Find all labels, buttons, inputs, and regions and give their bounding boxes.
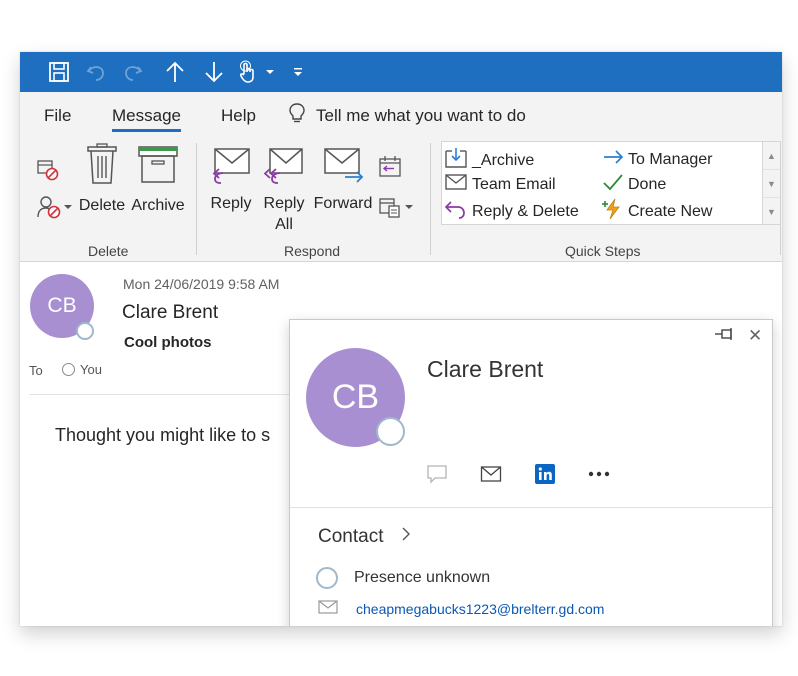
card-divider	[290, 507, 772, 508]
archive-folder-icon	[444, 147, 468, 174]
sender-presence-indicator	[76, 322, 94, 340]
quick-steps-scroll[interactable]: ▲ ▼ ▼	[763, 141, 781, 225]
email-icon	[318, 599, 338, 618]
archive-button[interactable]: Archive	[128, 143, 188, 216]
reply-label: Reply	[210, 195, 252, 212]
respond-group-label: Respond	[284, 243, 341, 259]
more-respond-icon[interactable]	[378, 195, 413, 219]
customize-qat-icon[interactable]	[288, 58, 308, 86]
arrow-right-icon	[602, 147, 624, 172]
group-separator	[196, 143, 197, 255]
contact-section-label: Contact	[318, 526, 384, 547]
group-separator	[430, 143, 431, 255]
contact-name: Clare Brent	[427, 356, 544, 382]
pin-icon[interactable]	[714, 326, 736, 346]
tab-message[interactable]: Message	[112, 106, 181, 132]
group-separator	[780, 143, 781, 255]
scroll-down-icon[interactable]: ▼	[763, 170, 780, 198]
linkedin-icon[interactable]	[533, 464, 557, 484]
ignore-icon[interactable]	[36, 159, 60, 186]
quickstep-archive[interactable]: _Archive	[444, 147, 534, 174]
quickstep-done[interactable]: Done	[602, 172, 666, 197]
chat-icon[interactable]	[425, 464, 449, 484]
quickstep-done-label: Done	[628, 175, 667, 193]
quick-steps-group-label: Quick Steps	[565, 243, 641, 259]
next-item-icon[interactable]	[200, 58, 228, 86]
touch-dropdown-icon[interactable]	[261, 58, 279, 86]
delete-label: Delete	[78, 197, 126, 214]
outlook-message-window: File Message Help Tell me what you want …	[20, 52, 782, 626]
tell-me-search[interactable]: Tell me what you want to do	[288, 102, 526, 129]
contact-card: ✕ CB Clare Brent Contact Presence unknow…	[289, 319, 773, 626]
email-row: cheapmegabucks1223@brelterr.gd.com	[318, 599, 604, 618]
message-subject: Cool photos	[124, 334, 212, 351]
meeting-reply-icon[interactable]	[378, 155, 402, 184]
message-sender[interactable]: Clare Brent	[122, 302, 218, 324]
lightbulb-icon	[288, 102, 306, 129]
reply-button[interactable]: Reply	[207, 145, 255, 214]
delete-group-label: Delete	[88, 243, 129, 259]
forward-button[interactable]: Forward	[312, 145, 374, 214]
forward-icon	[321, 145, 365, 191]
redo-icon[interactable]	[119, 58, 147, 86]
quick-access-toolbar	[20, 52, 782, 92]
archive-label: Archive	[131, 197, 185, 214]
contact-section-header[interactable]: Contact	[318, 526, 411, 548]
quickstep-team-email[interactable]: Team Email	[444, 172, 556, 197]
reply-arrow-icon	[444, 198, 468, 225]
ribbon-tabs: File Message Help Tell me what you want …	[20, 92, 782, 137]
tab-file[interactable]: File	[44, 106, 71, 126]
quickstep-archive-label: _Archive	[472, 151, 535, 169]
gallery-expand-icon[interactable]: ▼	[763, 198, 780, 226]
reply-all-button[interactable]: Reply All	[258, 145, 310, 235]
chevron-right-icon	[401, 526, 411, 548]
more-icon[interactable]	[587, 464, 611, 484]
message-date: Mon 24/06/2019 9:58 AM	[123, 276, 280, 292]
previous-item-icon[interactable]	[161, 58, 189, 86]
tab-help[interactable]: Help	[221, 106, 256, 126]
trash-icon	[85, 143, 119, 191]
delete-button[interactable]: Delete	[77, 143, 127, 216]
tell-me-label: Tell me what you want to do	[316, 105, 526, 125]
checkmark-icon	[602, 172, 624, 197]
envelope-icon	[444, 172, 468, 197]
recipient-you[interactable]: You	[62, 362, 102, 377]
presence-text: Presence unknown	[354, 569, 491, 586]
contact-email-link[interactable]: cheapmegabucks1223@brelterr.gd.com	[356, 601, 604, 617]
quickstep-to-manager-label: To Manager	[628, 150, 713, 168]
reply-all-label-line2: All	[275, 216, 293, 233]
quickstep-create-new[interactable]: Create New	[602, 198, 712, 225]
message-body: Thought you might like to s	[55, 425, 271, 445]
quickstep-create-new-label: Create New	[628, 202, 713, 220]
archive-box-icon	[137, 143, 179, 191]
to-label: To	[29, 363, 43, 378]
quickstep-team-email-label: Team Email	[472, 175, 556, 193]
quickstep-reply-delete[interactable]: Reply & Delete	[444, 198, 579, 225]
forward-label: Forward	[313, 195, 373, 212]
save-icon[interactable]	[45, 58, 73, 86]
quickstep-reply-delete-label: Reply & Delete	[472, 202, 579, 220]
contact-initials: CB	[331, 378, 380, 416]
lightning-icon	[602, 198, 624, 225]
presence-row: Presence unknown	[316, 567, 490, 589]
quickstep-to-manager[interactable]: To Manager	[602, 147, 713, 172]
contact-actions	[425, 464, 611, 484]
quick-steps-gallery: _Archive To Manager Team Email Done Repl…	[441, 141, 763, 225]
mail-icon[interactable]	[479, 464, 503, 484]
ribbon: Delete Archive Delete Reply Reply All Fo…	[20, 137, 782, 262]
block-sender-icon[interactable]	[36, 195, 72, 219]
recipient-presence-indicator	[62, 363, 75, 376]
close-icon[interactable]: ✕	[748, 326, 762, 346]
reply-icon	[209, 145, 253, 191]
contact-presence-indicator	[376, 417, 405, 446]
recipient-name: You	[80, 362, 102, 377]
header-divider	[29, 394, 299, 395]
touch-mode-icon[interactable]	[234, 58, 262, 86]
reply-all-icon	[262, 145, 306, 191]
sender-initials: CB	[47, 294, 77, 317]
reply-all-label-line1: Reply	[263, 195, 305, 212]
presence-status-icon	[316, 567, 338, 589]
undo-icon[interactable]	[82, 58, 110, 86]
scroll-up-icon[interactable]: ▲	[763, 142, 780, 170]
